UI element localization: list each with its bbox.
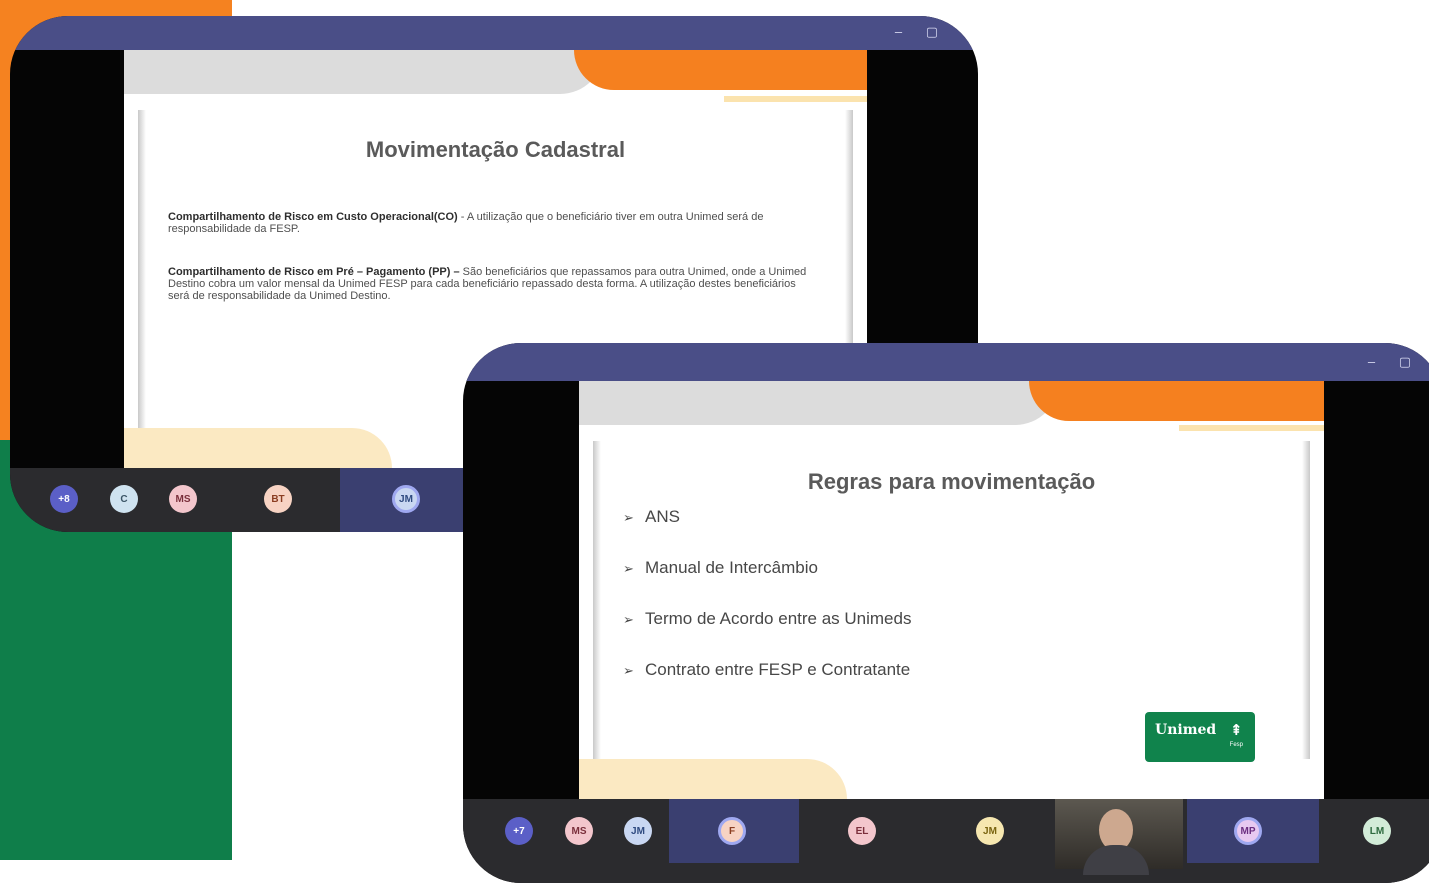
logo-subtext: Fesp (1229, 742, 1243, 748)
list-item: ➢ Termo de Acordo entre as Unimeds (623, 609, 911, 660)
arrow-bullet-icon: ➢ (623, 663, 634, 678)
participant-avatar[interactable]: MP (1234, 817, 1262, 845)
slide-paragraph-co: Compartilhamento de Risco em Custo Opera… (168, 211, 808, 235)
participant-video-tile[interactable] (1055, 799, 1183, 875)
participant-avatar[interactable]: JM (624, 817, 652, 845)
list-item: ➢ ANS (623, 507, 911, 558)
slide-header-orange-band (574, 50, 867, 90)
list-item-label: Manual de Intercâmbio (645, 558, 818, 577)
participant-avatar[interactable]: LM (1363, 817, 1391, 845)
slide-header-gray-band (579, 381, 1059, 425)
slide-header-cream-band (1179, 425, 1324, 431)
meeting-window-2: – ▢ Regras para movimentação ➢ ANS ➢ Manua… (463, 343, 1429, 883)
slide-title: Regras para movimentação (807, 469, 1096, 494)
participant-avatar[interactable]: +8 (50, 485, 78, 513)
window-title-bar: – ▢ (463, 343, 1429, 381)
participant-avatar[interactable]: F (718, 817, 746, 845)
list-item: ➢ Contrato entre FESP e Contratante (623, 660, 911, 711)
person-body (1083, 845, 1149, 875)
participant-avatar[interactable]: MS (169, 485, 197, 513)
arrow-bullet-icon: ➢ (623, 612, 634, 627)
unimed-logo: Unimed ⇞ Fesp (1145, 712, 1255, 762)
arrow-bullet-icon: ➢ (623, 561, 634, 576)
slide-title: Movimentação Cadastral (365, 137, 626, 162)
arrow-bullet-icon: ➢ (623, 510, 634, 525)
window-controls[interactable]: – ▢ (895, 24, 948, 40)
unimed-symbol-icon: ⇞ (1230, 722, 1243, 739)
participant-avatar[interactable]: JM (392, 485, 420, 513)
slide-header-cream-band (724, 96, 867, 102)
participant-avatar[interactable]: C (110, 485, 138, 513)
paragraph-bold-lead: Compartilhamento de Risco em Pré – Pagam… (168, 266, 460, 278)
participant-avatar[interactable]: BT (264, 485, 292, 513)
list-item-label: Termo de Acordo entre as Unimeds (645, 609, 912, 628)
participant-avatar[interactable]: +7 (505, 817, 533, 845)
paragraph-bold-lead: Compartilhamento de Risco em Custo Opera… (168, 211, 458, 223)
slide-paragraph-pp: Compartilhamento de Risco em Pré – Pagam… (168, 266, 808, 302)
participant-avatar[interactable]: MS (565, 817, 593, 845)
slide-header-gray-band (124, 50, 604, 94)
shared-slide: Regras para movimentação ➢ ANS ➢ Manual de… (579, 381, 1324, 799)
logo-wordmark: Unimed (1155, 722, 1217, 738)
slide-footer-band (124, 428, 392, 468)
list-item-label: ANS (645, 507, 680, 526)
slide-footer-band (579, 759, 847, 799)
list-item: ➢ Manual de Intercâmbio (623, 558, 911, 609)
participant-avatar[interactable]: EL (848, 817, 876, 845)
rules-list: ➢ ANS ➢ Manual de Intercâmbio ➢ Termo de Ac… (623, 507, 911, 711)
window-controls[interactable]: – ▢ (1368, 354, 1421, 370)
window-title-bar: – ▢ (10, 16, 978, 50)
slide-header-orange-band (1029, 381, 1324, 421)
list-item-label: Contrato entre FESP e Contratante (645, 660, 911, 679)
participant-avatar[interactable]: JM (976, 817, 1004, 845)
participants-bar: +7 MS JM F EL JM MP LM (463, 799, 1429, 883)
